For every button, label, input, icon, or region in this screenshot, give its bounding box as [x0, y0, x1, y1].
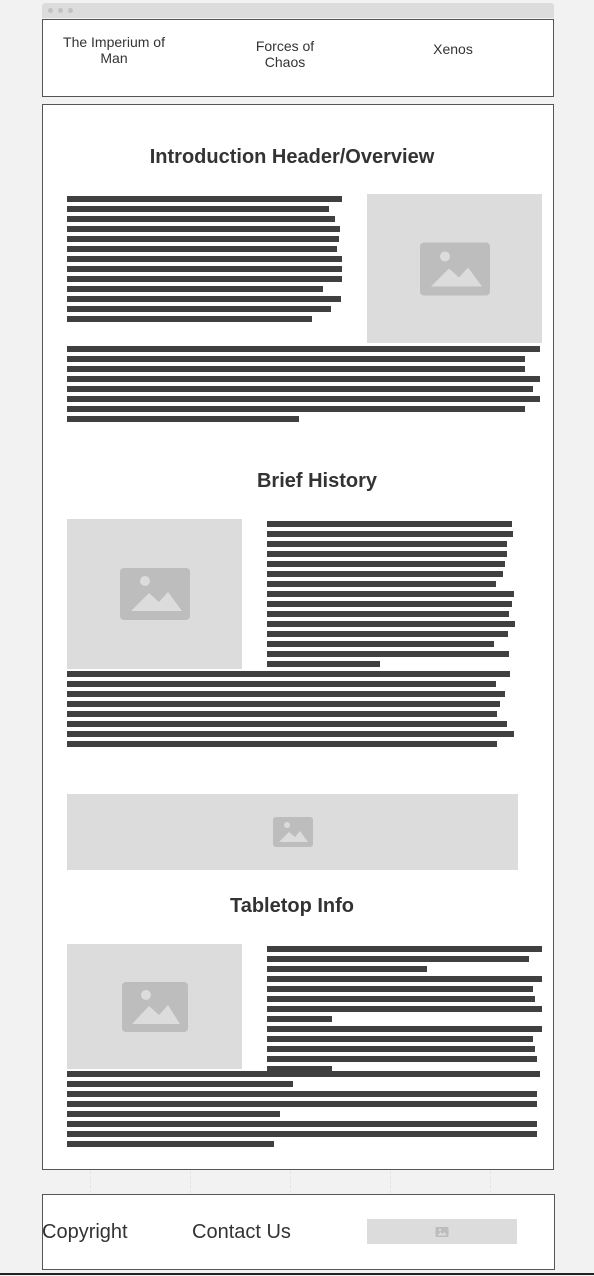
grid-guide — [190, 1171, 191, 1193]
window-dot — [48, 8, 53, 13]
section-heading-history: Brief History — [256, 470, 378, 492]
top-navigation: The Imperium of Man Forces of Chaos Xeno… — [42, 19, 554, 97]
image-icon — [272, 817, 313, 847]
nav-link-xenos[interactable]: Xenos — [413, 41, 493, 57]
section-heading-introduction: Introduction Header/Overview — [149, 146, 435, 168]
section-heading-tabletop: Tabletop Info — [229, 895, 355, 917]
grid-guide — [390, 1171, 391, 1193]
image-icon — [119, 568, 190, 620]
window-dot — [68, 8, 73, 13]
image-icon — [435, 1226, 449, 1237]
image-icon — [419, 242, 490, 295]
main-content: Introduction Header/Overview Brief Histo… — [42, 104, 554, 1170]
window-chrome — [42, 3, 554, 18]
footer-contact-link[interactable]: Contact Us — [192, 1221, 291, 1244]
grid-guide — [290, 1171, 291, 1193]
footer-image-placeholder — [367, 1219, 517, 1244]
tabletop-text-block-wide — [67, 1071, 540, 1151]
nav-link-chaos[interactable]: Forces of Chaos — [235, 38, 335, 70]
nav-link-imperium[interactable]: The Imperium of Man — [55, 34, 173, 66]
tabletop-text-block — [267, 946, 542, 1076]
history-text-block — [267, 521, 515, 671]
intro-image-placeholder — [367, 194, 542, 343]
banner-image-placeholder — [67, 794, 518, 870]
history-text-block-wide — [67, 671, 514, 751]
grid-guide — [490, 1171, 491, 1193]
image-icon — [121, 981, 188, 1032]
grid-guide — [90, 1171, 91, 1193]
tabletop-image-placeholder — [67, 944, 242, 1069]
window-dot — [58, 8, 63, 13]
history-image-placeholder — [67, 519, 242, 669]
intro-text-block-wide — [67, 346, 540, 426]
footer-copyright-link[interactable]: Copyright — [42, 1221, 128, 1244]
intro-text-block — [67, 196, 342, 326]
footer: Copyright Contact Us — [42, 1194, 555, 1270]
page-bottom-border — [0, 1273, 594, 1275]
